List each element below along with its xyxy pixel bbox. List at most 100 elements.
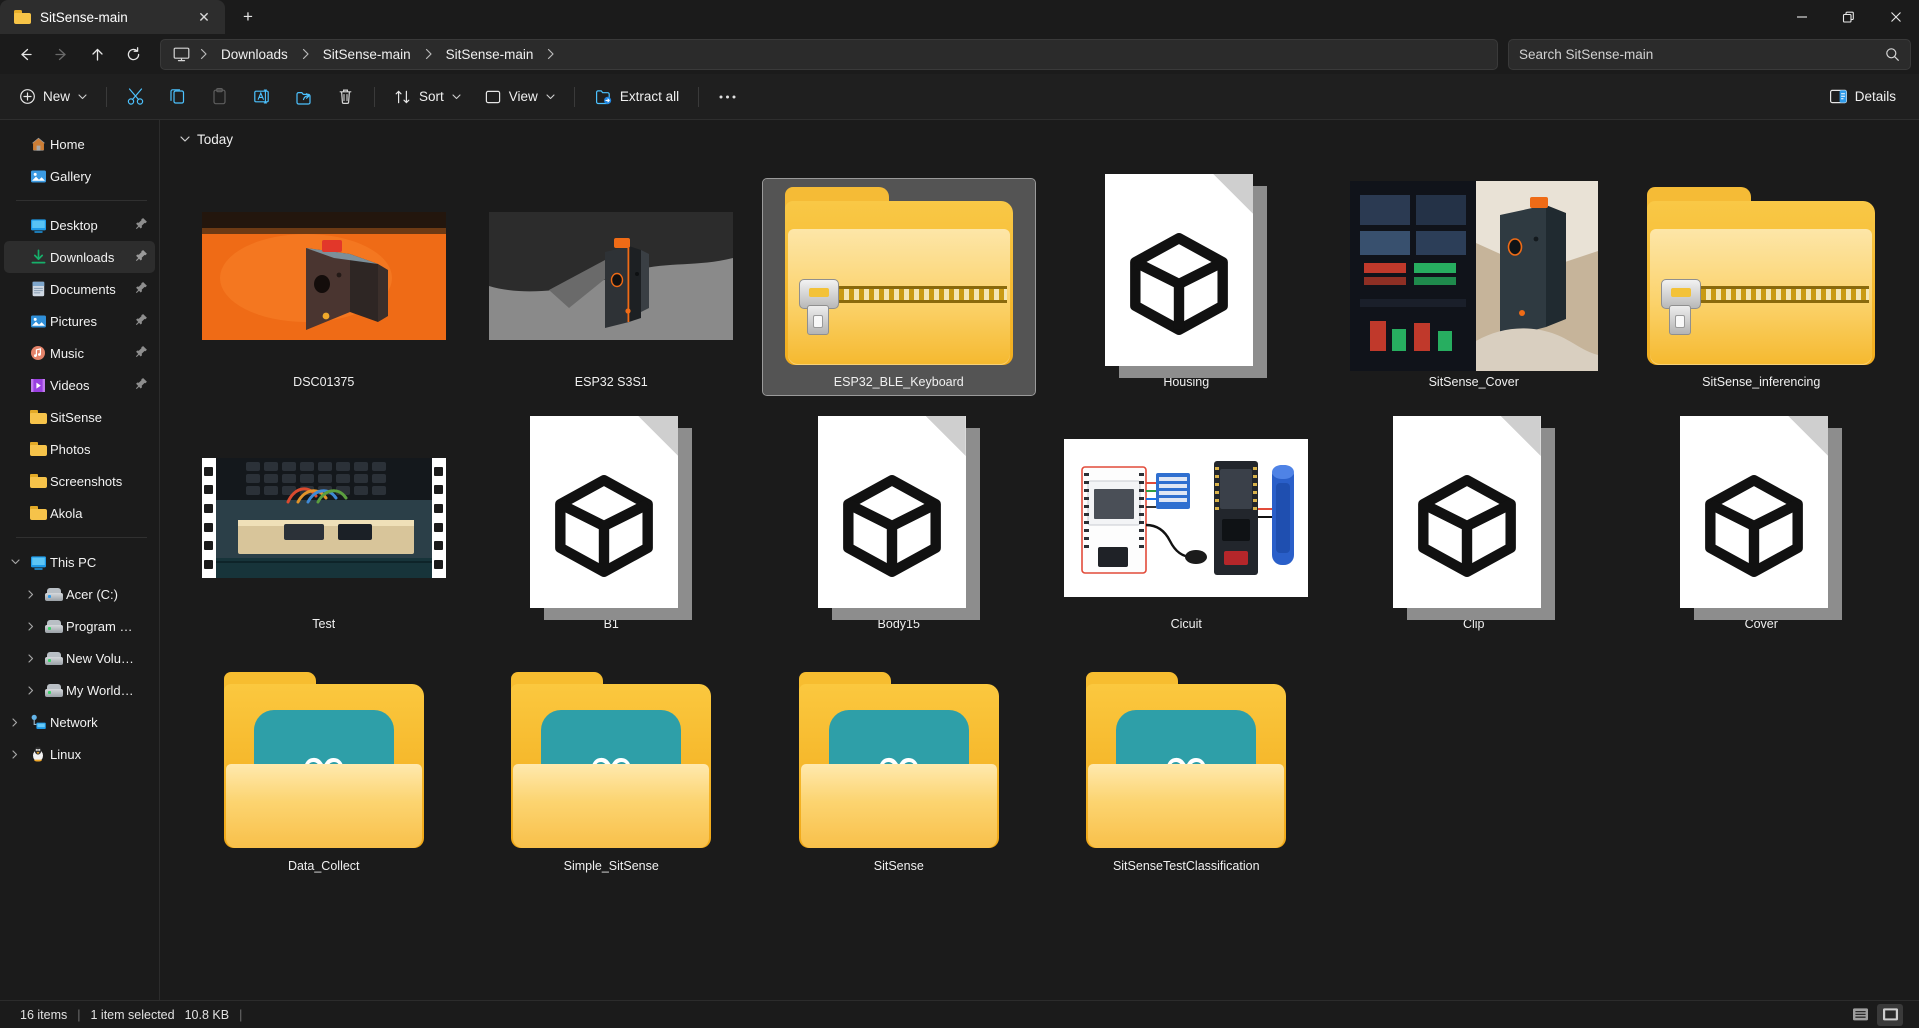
- this-pc-icon[interactable]: [167, 47, 195, 62]
- search-icon[interactable]: [1885, 47, 1900, 62]
- details-button[interactable]: Details: [1818, 80, 1907, 114]
- chevron-right-icon[interactable]: [20, 622, 42, 631]
- sidebar-item-label: Desktop: [50, 218, 135, 233]
- sidebar-item-pictures[interactable]: Pictures: [4, 305, 155, 337]
- photo-gray-render-thumbnail: [489, 212, 733, 340]
- file-item[interactable]: ∞ SitSenseTestClassification: [1043, 637, 1331, 879]
- group-header-label: Today: [197, 132, 233, 147]
- file-item[interactable]: Body15: [755, 395, 1043, 637]
- share-button[interactable]: [283, 80, 324, 114]
- sidebar-item-new-volume-e[interactable]: New Volume (E:): [4, 642, 155, 674]
- toolbar-divider: [374, 87, 375, 107]
- sidebar-item-music[interactable]: Music: [4, 337, 155, 369]
- rename-button[interactable]: [241, 80, 282, 114]
- file-item[interactable]: DSC01375: [180, 153, 468, 395]
- pin-icon[interactable]: [135, 281, 149, 297]
- sidebar-item-linux[interactable]: Linux: [4, 738, 155, 770]
- view-button[interactable]: View: [473, 80, 566, 114]
- chevron-right-icon[interactable]: [20, 686, 42, 695]
- zipper-icon: [1647, 279, 1875, 309]
- file-item[interactable]: ESP32_BLE_Keyboard: [755, 153, 1043, 395]
- file-item[interactable]: ∞ Data_Collect: [180, 637, 468, 879]
- file-name: SitSense_Cover: [1429, 367, 1519, 391]
- file-item[interactable]: ESP32 S3S1: [468, 153, 756, 395]
- breadcrumb-item-sitsense-main-1[interactable]: SitSense-main: [314, 44, 420, 65]
- file-item[interactable]: Cover: [1618, 395, 1906, 637]
- chevron-right-icon[interactable]: [4, 750, 26, 759]
- pin-icon[interactable]: [135, 313, 149, 329]
- sidebar-item-downloads[interactable]: Downloads: [4, 241, 155, 273]
- sidebar-item-this-pc[interactable]: This PC: [4, 546, 155, 578]
- group-header-today[interactable]: Today: [166, 120, 1919, 153]
- sort-button-label: Sort: [419, 89, 444, 104]
- new-button[interactable]: New: [8, 80, 98, 114]
- more-options-button[interactable]: [707, 80, 748, 114]
- sidebar-item-desktop[interactable]: Desktop: [4, 209, 155, 241]
- file-list-view[interactable]: Today: [160, 120, 1919, 1000]
- breadcrumb-item-sitsense-main-2[interactable]: SitSense-main: [437, 44, 543, 65]
- breadcrumb[interactable]: Downloads SitSense-main SitSense-main: [160, 39, 1498, 70]
- thumbnail: [1338, 427, 1610, 609]
- sidebar-item-network[interactable]: Network: [4, 706, 155, 738]
- maximize-icon[interactable]: [1825, 0, 1872, 34]
- chevron-right-icon[interactable]: [20, 654, 42, 663]
- sidebar-item-home[interactable]: Home: [4, 128, 155, 160]
- file-item[interactable]: SitSense_inferencing: [1618, 153, 1906, 395]
- back-arrow-icon[interactable]: [8, 38, 42, 70]
- paste-button[interactable]: [199, 80, 240, 114]
- file-item[interactable]: Clip: [1330, 395, 1618, 637]
- sidebar-item-my-world-f[interactable]: My World (F:): [4, 674, 155, 706]
- navigation-pane[interactable]: Home Gallery Desktop: [0, 120, 160, 1000]
- tiles-view-icon[interactable]: [1877, 1004, 1903, 1026]
- sidebar-item-screenshots[interactable]: Screenshots: [4, 465, 155, 497]
- breadcrumb-item-downloads[interactable]: Downloads: [212, 44, 297, 65]
- file-item[interactable]: B1: [468, 395, 756, 637]
- search-box[interactable]: Search SitSense-main: [1508, 39, 1911, 70]
- search-input[interactable]: Search SitSense-main: [1519, 47, 1653, 62]
- delete-button[interactable]: [325, 80, 366, 114]
- minimize-icon[interactable]: [1778, 0, 1825, 34]
- thumbnail: ∞: [475, 669, 747, 851]
- pin-icon[interactable]: [135, 217, 149, 233]
- pin-icon[interactable]: [135, 345, 149, 361]
- close-tab-icon[interactable]: ✕: [191, 5, 217, 29]
- folder-icon: [26, 442, 50, 456]
- chevron-down-icon[interactable]: [4, 559, 26, 565]
- file-item[interactable]: Test: [180, 395, 468, 637]
- file-item[interactable]: ∞ SitSense: [755, 637, 1043, 879]
- sidebar-divider: [16, 537, 147, 538]
- refresh-icon[interactable]: [116, 38, 150, 70]
- file-name: Test: [312, 609, 335, 633]
- file-name: SitSense_inferencing: [1702, 367, 1820, 391]
- sidebar-item-acer-c[interactable]: Acer (C:): [4, 578, 155, 610]
- file-item[interactable]: SitSense_Cover: [1330, 153, 1618, 395]
- file-item[interactable]: Cicuit: [1043, 395, 1331, 637]
- sidebar-item-sitsense[interactable]: SitSense: [4, 401, 155, 433]
- up-arrow-icon[interactable]: [80, 38, 114, 70]
- sidebar-item-documents[interactable]: Documents: [4, 273, 155, 305]
- forward-arrow-icon[interactable]: [44, 38, 78, 70]
- sort-button[interactable]: Sort: [383, 80, 472, 114]
- new-tab-button[interactable]: +: [231, 2, 265, 32]
- copy-button[interactable]: [157, 80, 198, 114]
- pin-icon[interactable]: [135, 249, 149, 265]
- sidebar-item-photos[interactable]: Photos: [4, 433, 155, 465]
- browser-tab-sitsense-main[interactable]: SitSense-main ✕: [0, 0, 225, 34]
- cut-button[interactable]: [115, 80, 156, 114]
- film-sprockets-left: [202, 458, 216, 578]
- file-item[interactable]: ∞ Simple_SitSense: [468, 637, 756, 879]
- file-item[interactable]: Housing: [1043, 153, 1331, 395]
- sidebar-item-akola[interactable]: Akola: [4, 497, 155, 529]
- sidebar-item-videos[interactable]: Videos: [4, 369, 155, 401]
- sidebar-item-gallery[interactable]: Gallery: [4, 160, 155, 192]
- list-view-icon[interactable]: [1847, 1004, 1873, 1026]
- chevron-down-icon[interactable]: [180, 136, 190, 143]
- chevron-right-icon[interactable]: [20, 590, 42, 599]
- photo-hand-thumbnail: [1350, 181, 1598, 371]
- thumbnail: [475, 427, 747, 609]
- sidebar-item-program-files-d[interactable]: Program Files (D:): [4, 610, 155, 642]
- extract-all-button[interactable]: Extract all: [583, 80, 690, 114]
- chevron-right-icon[interactable]: [4, 718, 26, 727]
- close-window-icon[interactable]: [1872, 0, 1919, 34]
- pin-icon[interactable]: [135, 377, 149, 393]
